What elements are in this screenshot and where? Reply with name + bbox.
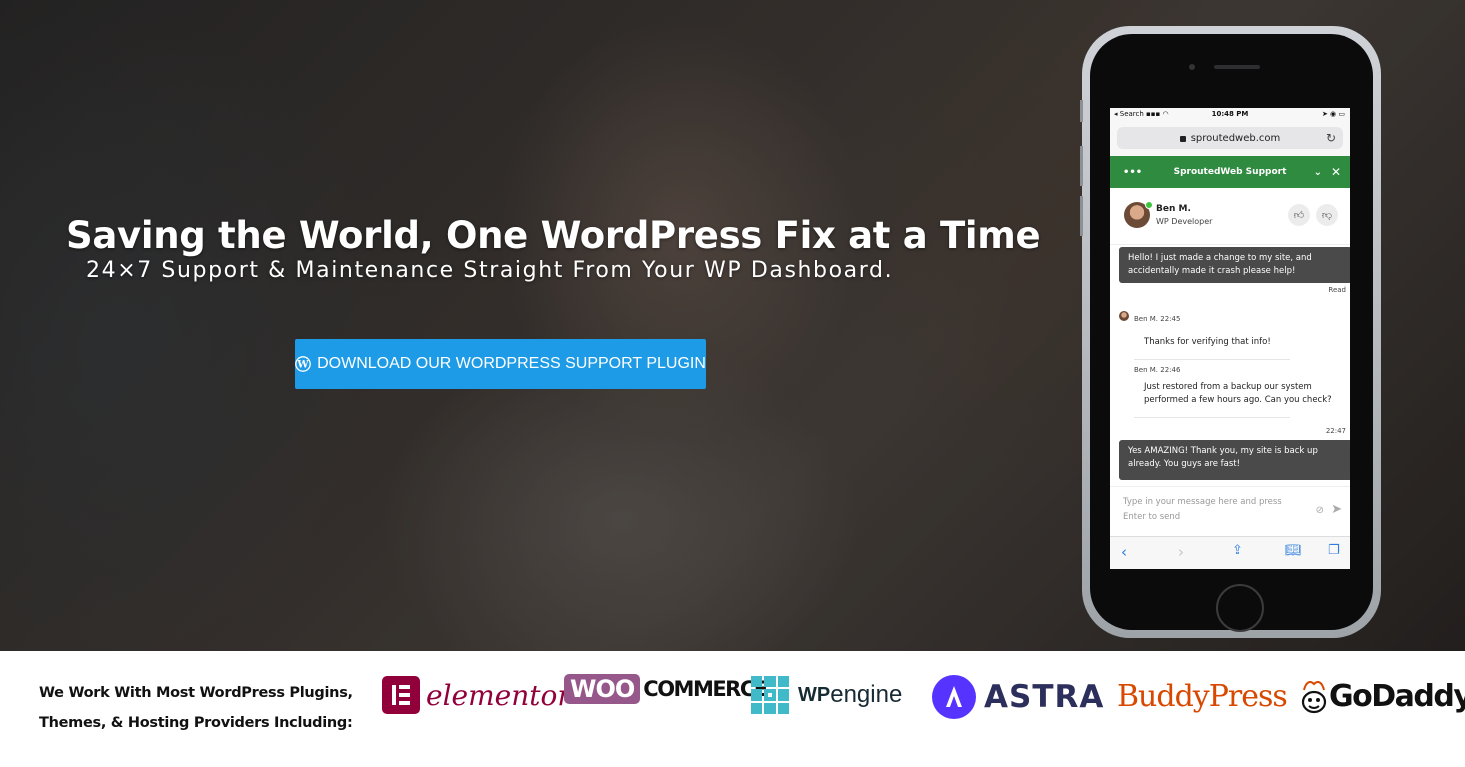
message-divider [1134,359,1290,360]
bookmarks-icon[interactable]: 📖︎ [1285,543,1302,558]
partners-intro-line-2: Themes, & Hosting Providers Including: [39,715,353,731]
attachment-icon[interactable]: ⊘ [1316,505,1324,516]
godaddy-logo: GoDaddy [1300,676,1465,716]
partners-strip: We Work With Most WordPress Plugins, The… [0,651,1465,767]
agent-role: WP Developer [1156,217,1213,226]
online-indicator [1145,201,1153,209]
agent-mini-avatar [1119,311,1129,321]
forward-icon[interactable]: › [1178,543,1184,561]
phone-volume-down [1080,196,1083,236]
ios-status-bar: ◂ Search ▪▪▪ ◠ 10:48 PM ➤ ◉ ▭ [1110,108,1350,120]
partners-intro-line-1: We Work With Most WordPress Plugins, [39,685,353,701]
wpengine-engine: engine [830,681,903,708]
safari-url-bar: sproutedweb.com ↻ [1110,120,1350,156]
chat-input[interactable]: Type in your message here and press Ente… [1110,486,1350,537]
elementor-wordmark: elementor [426,678,571,712]
chat-header: ••• SproutedWeb Support ⌄ ✕ [1110,156,1350,188]
share-icon[interactable]: ⇪ [1232,543,1243,558]
tabs-icon[interactable]: ❐ [1328,543,1340,558]
hero-subheadline: 24×7 Support & Maintenance Straight From… [86,258,894,283]
phone-camera [1189,64,1195,70]
read-receipt: Read [1328,286,1346,294]
send-icon[interactable]: ➤ [1331,502,1342,517]
elementor-icon [382,676,420,714]
hero-headline: Saving the World, One WordPress Fix at a… [66,214,1041,257]
wpengine-logo: WP engine [751,676,902,714]
phone-speaker [1214,65,1260,69]
url-text: sproutedweb.com [1190,132,1281,144]
wordpress-icon: W [295,356,311,372]
godaddy-wordmark: GoDaddy [1329,678,1465,714]
svg-text:W: W [296,360,309,371]
buddypress-logo: BuddyPress [1117,679,1288,714]
phone-mockup: ◂ Search ▪▪▪ ◠ 10:48 PM ➤ ◉ ▭ sproutedwe… [1080,26,1381,638]
address-field[interactable]: sproutedweb.com ↻ [1117,127,1343,149]
agent-name: Ben M. [1156,204,1191,214]
download-plugin-label: DOWNLOAD OUR WORDPRESS SUPPORT PLUGIN [317,355,706,372]
chat-message-user-2: Yes AMAZING! Thank you, my site is back … [1119,440,1350,480]
woocommerce-logo: WOO COMMERCE [564,674,768,704]
godaddy-icon [1301,681,1327,714]
thumbs-down-icon[interactable]: 👎︎ [1316,204,1338,226]
message-time: 22:47 [1325,427,1346,435]
home-button [1216,584,1264,632]
chat-input-placeholder: Type in your message here and press Ente… [1123,497,1282,522]
status-time: 10:48 PM [1211,110,1249,118]
chat-message-agent-2: Just restored from a backup our system p… [1144,382,1332,405]
phone-mute-switch [1080,100,1083,122]
chat-message-user-1: Hello! I just made a change to my site, … [1119,247,1350,283]
phone-body: ◂ Search ▪▪▪ ◠ 10:48 PM ➤ ◉ ▭ sproutedwe… [1090,34,1373,632]
astra-logo: ASTRA [932,675,1104,719]
agent-card: Ben M. WP Developer 👍︎ 👎︎ [1110,188,1350,245]
partners-intro: We Work With Most WordPress Plugins, The… [39,678,353,738]
astra-wordmark: ASTRA [984,679,1105,715]
hero-section: Saving the World, One WordPress Fix at a… [0,0,1465,651]
wpengine-wp: WP [798,683,831,706]
message-meta: Ben M. 22:45 [1134,315,1181,323]
back-icon[interactable]: ‹ [1121,543,1127,561]
thumbs-up-icon[interactable]: 👍︎ [1288,204,1310,226]
chat-message-agent-1: Thanks for verifying that info! [1144,337,1271,347]
reload-icon[interactable]: ↻ [1326,131,1336,145]
chevron-down-icon[interactable]: ⌄ [1314,167,1322,178]
buddypress-wordmark: BuddyPress [1117,679,1288,714]
download-plugin-button[interactable]: W DOWNLOAD OUR WORDPRESS SUPPORT PLUGIN [295,339,706,389]
wpengine-icon [751,676,789,714]
elementor-logo: elementor [382,676,571,714]
commerce-wordmark: COMMERCE [643,677,768,701]
phone-volume-up [1080,146,1083,186]
battery-icon: ➤ ◉ ▭ [1321,110,1345,118]
message-divider [1134,417,1290,418]
astra-icon [932,675,976,719]
close-icon[interactable]: ✕ [1331,165,1341,179]
safari-toolbar: ‹ › ⇪ 📖︎ ❐ [1110,536,1350,569]
phone-screen: ◂ Search ▪▪▪ ◠ 10:48 PM ➤ ◉ ▭ sproutedwe… [1110,108,1350,569]
message-meta: Ben M. 22:46 [1134,366,1181,374]
lock-icon [1179,136,1186,142]
woo-badge: WOO [564,674,641,704]
